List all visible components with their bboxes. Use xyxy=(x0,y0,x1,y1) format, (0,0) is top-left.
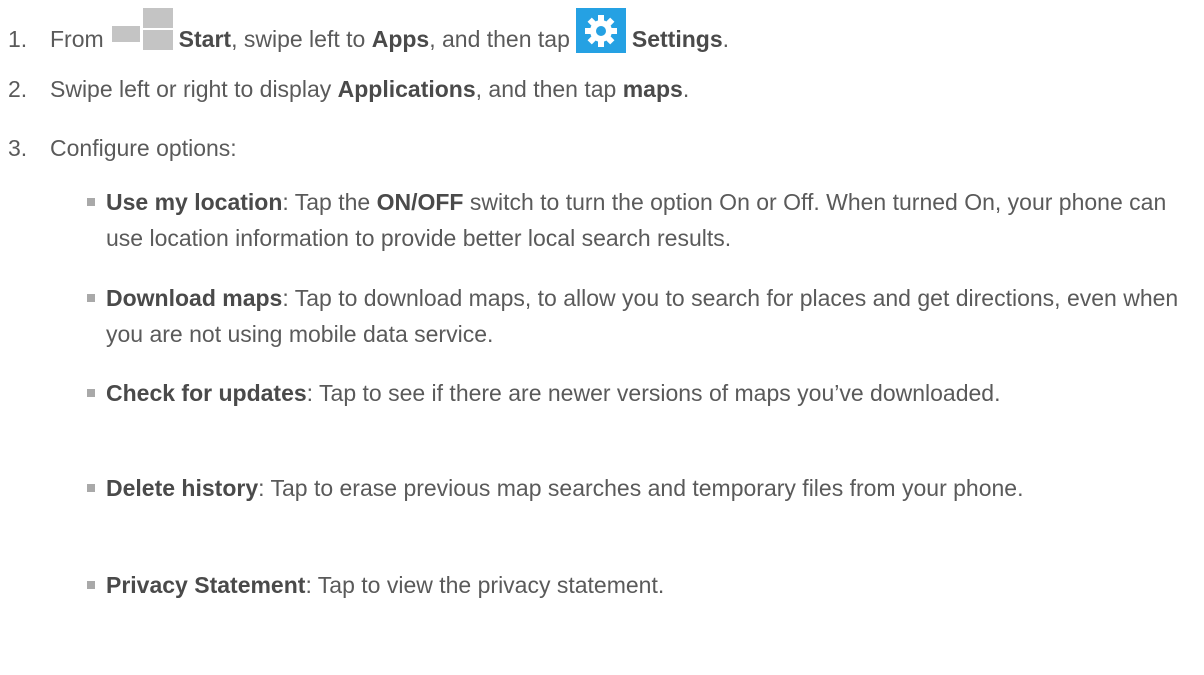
option-text: : Tap the xyxy=(282,189,371,215)
windows-start-icon xyxy=(111,8,173,53)
apps-label: Apps xyxy=(371,26,430,52)
applications-label: Applications xyxy=(337,76,476,102)
step-text: , and then tap xyxy=(429,26,570,52)
option-download-maps: Download maps: Tap to download maps, to … xyxy=(87,280,1187,352)
settings-gear-icon xyxy=(575,8,626,53)
step-text: , and then tap xyxy=(475,76,617,102)
step-text: . xyxy=(722,26,730,52)
step-1: 1. From Start, swipe left to Apps, and the… xyxy=(8,8,729,53)
option-title: Privacy Statement xyxy=(106,572,306,598)
step-text: From xyxy=(50,26,104,52)
step-2: 2. Swipe left or right to display Applica… xyxy=(8,75,689,103)
step-text: . xyxy=(682,76,690,102)
maps-label: maps xyxy=(622,76,683,102)
step-text: Swipe left or right to display xyxy=(50,76,332,102)
option-title: Download maps xyxy=(106,285,283,311)
bullet-icon xyxy=(87,484,95,492)
option-title: Delete history xyxy=(106,475,259,501)
step-number: 2. xyxy=(8,76,28,102)
settings-label: Settings xyxy=(631,26,723,52)
option-delete-history: Delete history: Tap to erase previous ma… xyxy=(87,470,1187,506)
step-text: Configure options: xyxy=(50,135,237,161)
start-label: Start xyxy=(178,26,232,52)
bullet-icon xyxy=(87,294,95,302)
step-text: , swipe left to xyxy=(231,26,366,52)
bullet-icon xyxy=(87,389,95,397)
bullet-icon xyxy=(87,581,95,589)
option-description: : Tap to view the privacy statement. xyxy=(305,572,665,598)
option-title: Use my location xyxy=(106,189,283,215)
option-privacy-statement: Privacy Statement: Tap to view the priva… xyxy=(87,567,1187,603)
option-check-for-updates: Check for updates: Tap to see if there a… xyxy=(87,375,1187,411)
option-use-my-location: Use my location: Tap the ON/OFF switch t… xyxy=(87,184,1187,256)
step-3: 3. Configure options: xyxy=(8,134,237,162)
option-description: : Tap to see if there are newer versions… xyxy=(306,380,1001,406)
on-off-label: ON/OFF xyxy=(376,189,464,215)
step-number: 3. xyxy=(8,135,28,161)
option-description: : Tap to erase previous map searches and… xyxy=(258,475,1024,501)
bullet-icon xyxy=(87,198,95,206)
option-title: Check for updates xyxy=(106,380,307,406)
step-number: 1. xyxy=(8,26,28,52)
